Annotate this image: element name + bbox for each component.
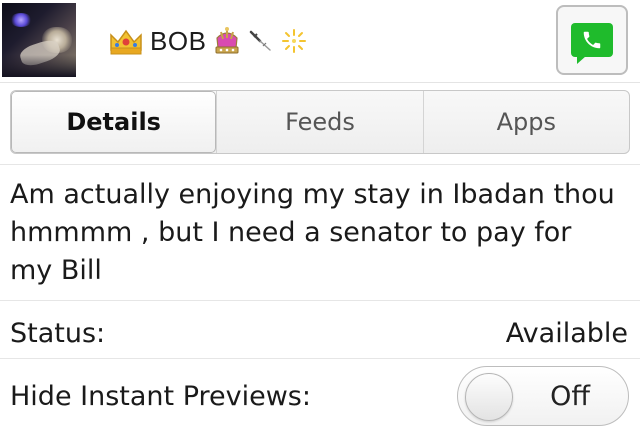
- divider: [0, 358, 640, 359]
- contact-name-row: BOB: [108, 20, 308, 62]
- call-button[interactable]: [556, 5, 628, 75]
- divider: [0, 300, 640, 301]
- crown-icon: [108, 26, 144, 56]
- hide-previews-label: Hide Instant Previews:: [10, 380, 311, 412]
- needle-icon: [248, 28, 274, 54]
- contact-header: BOB: [0, 0, 640, 83]
- divider: [0, 164, 640, 165]
- call-icon: [571, 23, 613, 64]
- contact-name: BOB: [150, 25, 207, 56]
- avatar[interactable]: [2, 3, 76, 77]
- tab-bar: Details Feeds Apps: [10, 90, 630, 154]
- hide-previews-row: Hide Instant Previews:: [10, 376, 450, 416]
- status-row: Status: Available: [10, 313, 628, 353]
- toggle-state-label: Off: [550, 380, 590, 412]
- tab-apps[interactable]: Apps: [422, 91, 629, 153]
- status-label: Status:: [10, 317, 106, 349]
- ornate-crown-icon: [212, 26, 242, 56]
- tab-details[interactable]: Details: [11, 91, 217, 153]
- sparkle-icon: [280, 27, 308, 55]
- status-value: Available: [505, 317, 628, 349]
- hide-previews-toggle[interactable]: Off: [457, 366, 629, 426]
- status-message: Am actually enjoying my stay in Ibadan t…: [10, 179, 615, 286]
- tab-feeds[interactable]: Feeds: [216, 91, 422, 153]
- toggle-knob[interactable]: [465, 373, 513, 421]
